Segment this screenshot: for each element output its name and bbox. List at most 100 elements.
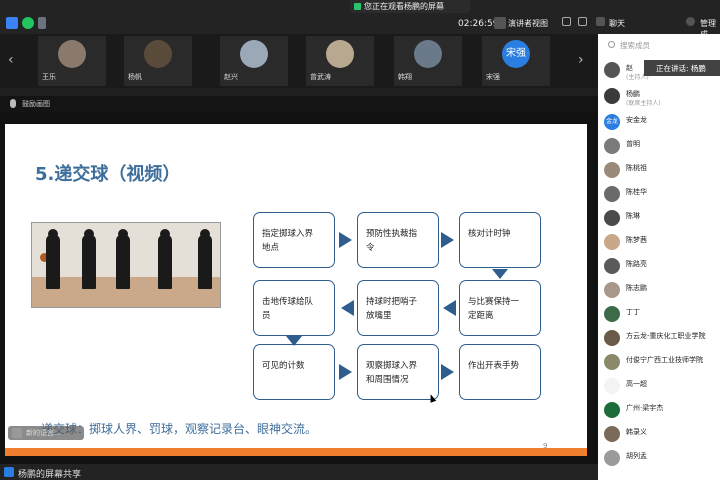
meeting-info-icon[interactable] xyxy=(6,17,18,29)
arrow-down-icon xyxy=(286,336,302,346)
member-name: 高一超 xyxy=(626,380,647,388)
chevron-left-icon[interactable]: ‹ xyxy=(8,52,14,68)
member-role: (联席主持人) xyxy=(626,100,661,107)
tab-chat[interactable]: 聊天 xyxy=(609,18,625,29)
avatar xyxy=(604,402,620,418)
flow-step: 可见的计数 xyxy=(253,344,335,400)
member-item[interactable]: 陈琳 xyxy=(604,208,718,230)
participant-tile[interactable]: 赵兴 xyxy=(220,36,288,86)
view-mode-button[interactable]: 演讲者视图 xyxy=(508,18,548,29)
referee-figure xyxy=(198,235,212,289)
flow-step: 击地传球给队员 xyxy=(253,280,335,336)
shared-screen: 5.递交球（视频） 指定掷球入界 地点 预防性执裁指令 核对计时钟 击地传球给队… xyxy=(0,112,598,464)
fullscreen-icon[interactable] xyxy=(578,17,587,26)
chat-icon[interactable] xyxy=(596,17,605,26)
avatar xyxy=(604,138,620,154)
referee-figure xyxy=(82,235,96,289)
share-banner[interactable]: 您正在观看杨鹏的屏幕 xyxy=(350,0,470,13)
participant-name: 杨帆 xyxy=(128,73,142,81)
participant-tile[interactable]: 杨帆 xyxy=(124,36,192,86)
flow-step: 预防性执裁指令 xyxy=(357,212,439,268)
flow-step: 持球时把哨子 放嘴里 xyxy=(357,280,439,336)
speaking-tooltip: 正在讲话: 杨鹏 xyxy=(644,60,720,76)
participant-tile[interactable]: 韩翔 xyxy=(394,36,462,86)
minimize-icon[interactable] xyxy=(562,17,571,26)
chevron-right-icon[interactable]: › xyxy=(578,52,584,68)
floating-notification[interactable]: 新的语言... xyxy=(8,426,84,440)
arrow-right-icon xyxy=(441,364,454,380)
search-icon xyxy=(608,41,615,48)
member-name: 陈琳 xyxy=(626,212,640,220)
member-name: 曾明 xyxy=(626,140,640,148)
person-icon xyxy=(4,467,14,477)
signal-icon xyxy=(38,17,46,29)
participant-name: 宋强 xyxy=(486,73,500,81)
top-bar: 您正在观看杨鹏的屏幕 02:26:59 演讲者视图 聊天 管理成 xyxy=(0,0,720,39)
member-name: 丁丁 xyxy=(626,308,640,316)
member-item[interactable]: 陈桂华 xyxy=(604,184,718,206)
flow-step: 指定掷球入界 地点 xyxy=(253,212,335,268)
member-item[interactable]: 胡列孟 xyxy=(604,448,718,470)
avatar: 宋强 xyxy=(502,40,530,68)
meeting-app: 您正在观看杨鹏的屏幕 02:26:59 演讲者视图 聊天 管理成 ‹ 王乐 杨帆… xyxy=(0,0,720,480)
member-item[interactable]: 陈桃祖 xyxy=(604,160,718,182)
meeting-timer: 02:26:59 xyxy=(458,19,499,29)
member-item[interactable]: 广州·梁宇杰 xyxy=(604,400,718,422)
avatar xyxy=(604,306,620,322)
shield-icon[interactable] xyxy=(22,17,34,29)
floating-notification-text: 新的语言... xyxy=(26,429,61,437)
avatar xyxy=(414,40,442,68)
member-item[interactable]: 付俊宁广西工业技师学院 xyxy=(604,352,718,374)
participant-name: 赵兴 xyxy=(224,73,238,81)
manage-icon[interactable] xyxy=(686,17,695,26)
referee-photo xyxy=(31,222,221,308)
flow-step: 核对计时钟 xyxy=(459,212,541,268)
member-item[interactable]: 杨鹏 (联席主持人) xyxy=(604,86,718,108)
participant-tile[interactable]: 王乐 xyxy=(38,36,106,86)
referee-figure xyxy=(46,235,60,289)
video-strip: ‹ 王乐 杨帆 赵兴 曾武涛 韩翔 宋强 宋强 › xyxy=(0,34,598,88)
slide-title: 5.递交球（视频） xyxy=(35,164,181,185)
slide-footer-band xyxy=(5,448,587,456)
member-search-input[interactable]: 搜索成员 xyxy=(606,38,712,52)
member-item[interactable]: 陈志鹏 xyxy=(604,280,718,302)
avatar xyxy=(604,62,620,78)
member-item[interactable]: 金龙 安金龙 xyxy=(604,112,718,134)
member-item[interactable]: 陈路亮 xyxy=(604,256,718,278)
screen-share-bar: 杨鹏的屏幕共享 xyxy=(0,464,598,480)
arrow-right-icon xyxy=(339,364,352,380)
avatar xyxy=(604,330,620,346)
search-placeholder: 搜索成员 xyxy=(620,41,650,50)
participant-name: 韩翔 xyxy=(398,73,412,81)
member-item[interactable]: 丁丁 xyxy=(604,304,718,326)
member-item[interactable]: 陈梦茜 xyxy=(604,232,718,254)
share-banner-text: 您正在观看杨鹏的屏幕 xyxy=(364,2,444,11)
avatar xyxy=(604,88,620,104)
avatar xyxy=(604,258,620,274)
avatar xyxy=(604,186,620,202)
member-item[interactable]: 方云龙-重庆化工职业学院 xyxy=(604,328,718,350)
avatar xyxy=(604,282,620,298)
thumbnail-icon xyxy=(12,428,22,438)
participant-tile[interactable]: 宋强 宋强 xyxy=(482,36,550,86)
member-name: 韩录义 xyxy=(626,428,647,436)
share-status-icon xyxy=(354,3,361,10)
arrow-left-icon xyxy=(341,300,354,316)
participant-tile[interactable]: 曾武涛 xyxy=(306,36,374,86)
avatar: 金龙 xyxy=(604,114,620,130)
avatar xyxy=(326,40,354,68)
referee-figure xyxy=(116,235,130,289)
member-item[interactable]: 高一超 xyxy=(604,376,718,398)
member-name: 方云龙-重庆化工职业学院 xyxy=(626,332,706,340)
members-panel: 搜索成员 赵 (主持人) 杨鹏 (联席主持人) 金龙 安金龙 曾明 陈桃祖 陈桂… xyxy=(598,34,720,480)
member-item[interactable]: 韩录义 xyxy=(604,424,718,446)
avatar xyxy=(604,210,620,226)
referee-figure xyxy=(158,235,172,289)
screen-share-label: 杨鹏的屏幕共享 xyxy=(18,470,82,480)
member-item[interactable]: 曾明 xyxy=(604,136,718,158)
member-name: 付俊宁广西工业技师学院 xyxy=(626,356,703,364)
avatar xyxy=(604,378,620,394)
grid-view-icon[interactable] xyxy=(494,17,506,29)
arrow-down-icon xyxy=(492,269,508,279)
avatar xyxy=(604,234,620,250)
